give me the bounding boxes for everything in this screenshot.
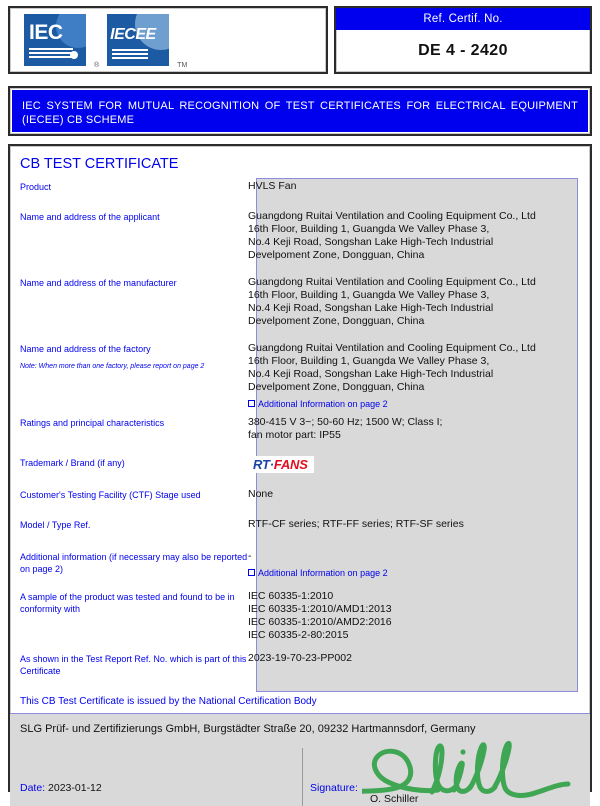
certificate-fields: Product HVLS Fan Name and address of the a… <box>10 178 590 692</box>
page-title: CB TEST CERTIFICATE <box>20 156 179 172</box>
certificate-field-row: As shown in the Test Report Ref. No. whi… <box>10 650 590 690</box>
field-label: Ratings and principal characteristics <box>20 418 165 428</box>
checkbox-label: Additional Information on page 2 <box>258 399 388 409</box>
field-label: Model / Type Ref. <box>20 520 91 530</box>
certificate-field-row: Model / Type Ref. RTF-CF series; RTF-FF s… <box>10 516 590 548</box>
ncb-issued-by-label: This CB Test Certificate is issued by th… <box>10 690 590 714</box>
field-value-line: Develpoment Zone, Dongguan, China <box>248 315 425 327</box>
field-label: A sample of the product was tested and f… <box>20 592 235 614</box>
certificate-header: IEC ® IECEE TM Ref. Certif. No. DE 4 - 2… <box>8 6 592 74</box>
brand-prefix: RT <box>253 457 270 472</box>
field-value-line: 2023-19-70-23-PP002 <box>248 652 352 664</box>
iecee-logo-text: IECEE <box>110 26 156 43</box>
registered-mark: ® <box>94 62 100 69</box>
field-value-line: 16th Floor, Building 1, Guangda We Valle… <box>248 223 490 235</box>
banner-line-2: (IECEE) CB SCHEME <box>22 114 135 126</box>
field-label: Trademark / Brand (if any) <box>20 458 125 468</box>
certificate-field-row: Name and address of the factory Note: Whe… <box>10 340 590 414</box>
additional-info-checkbox-row[interactable]: Additional Information on page 2 <box>248 398 580 411</box>
field-value-line: Develpoment Zone, Dongguan, China <box>248 381 425 393</box>
checkbox-icon[interactable] <box>248 569 255 576</box>
field-value-line: 16th Floor, Building 1, Guangda We Valle… <box>248 289 490 301</box>
field-label: Name and address of the factory Note: Whe… <box>20 340 248 414</box>
iec-logo-bars <box>29 48 73 60</box>
ncb-name: SLG Prüf- und Zertifizierungs GmbH, Burg… <box>20 723 476 735</box>
field-value-line: IEC 60335-1:2010 <box>248 590 334 602</box>
field-value: Guangdong Ruitai Ventilation and Cooling… <box>248 274 580 340</box>
field-value-line: Guangdong Ruitai Ventilation and Cooling… <box>248 342 536 354</box>
field-value-line: No.4 Keji Road, Songshan Lake High-Tech … <box>248 302 494 314</box>
field-value: IEC 60335-1:2010 IEC 60335-1:2010/AMD1:20… <box>248 588 580 650</box>
iecee-logo-bars <box>112 49 149 61</box>
iecee-scheme-banner: IEC SYSTEM FOR MUTUAL RECOGNITION OF TES… <box>8 86 592 136</box>
date-line: Date: 2023-01-12 <box>20 782 102 794</box>
checkbox-label: Additional Information on page 2 <box>258 568 388 578</box>
field-value-line: 16th Floor, Building 1, Guangda We Valle… <box>248 355 490 367</box>
ref-certif-no-value: DE 4 - 2420 <box>418 42 508 59</box>
field-value-line: 380-415 V 3~; 50-60 Hz; 1500 W; Class I; <box>248 416 443 428</box>
iec-logo-dot <box>70 51 78 59</box>
field-value-line: IEC 60335-1:2010/AMD1:2013 <box>248 603 392 615</box>
certificate-field-row: Trademark / Brand (if any) RT·FANS <box>10 454 590 486</box>
certificate-body: CB TEST CERTIFICATE Product HVLS Fan Name … <box>8 144 592 806</box>
certificate-field-row: Product HVLS Fan <box>10 178 590 208</box>
certificate-field-row: Name and address of the manufacturer Guan… <box>10 274 590 340</box>
certificate-field-row: Customer's Testing Facility (CTF) Stage … <box>10 486 590 516</box>
iec-logo-text: IEC <box>29 21 63 44</box>
field-label: Customer's Testing Facility (CTF) Stage … <box>20 490 201 500</box>
field-value: RTF-CF series; RTF-FF series; RTF-SF ser… <box>248 516 580 548</box>
field-value: RT·FANS <box>248 454 580 486</box>
additional-info-checkbox-row[interactable]: Additional Information on page 2 <box>248 567 580 580</box>
certificate-field-row: Ratings and principal characteristics 380… <box>10 414 590 454</box>
date-value: 2023-01-12 <box>48 782 102 794</box>
field-value-line: Guangdong Ruitai Ventilation and Cooling… <box>248 210 536 222</box>
logo-container: IEC ® IECEE TM <box>8 6 328 74</box>
reference-certificate-box: Ref. Certif. No. DE 4 - 2420 <box>334 6 592 74</box>
ncb-details-box: SLG Prüf- und Zertifizierungs GmbH, Burg… <box>10 714 590 806</box>
field-note: Note: When more than one factory, please… <box>20 363 205 370</box>
field-value: Guangdong Ruitai Ventilation and Cooling… <box>248 340 580 414</box>
field-value: - Additional Information on page 2 <box>248 548 580 588</box>
signatory-name: O. Schiller <box>370 793 419 805</box>
date-label: Date: <box>20 782 46 794</box>
field-value-line: None <box>248 488 274 500</box>
iecee-logo-icon: IECEE <box>107 14 170 66</box>
ref-certif-no-label: Ref. Certif. No. <box>336 8 590 30</box>
field-value-line: HVLS Fan <box>248 180 297 192</box>
field-value: 380-415 V 3~; 50-60 Hz; 1500 W; Class I;… <box>248 414 580 454</box>
field-label: Name and address of the manufacturer <box>20 278 177 288</box>
field-value: HVLS Fan <box>248 178 580 208</box>
certificate-field-row: Name and address of the applicant Guangdo… <box>10 208 590 274</box>
rt-fans-brand-logo: RT·FANS <box>248 456 314 473</box>
signature-label: Signature: <box>310 782 358 794</box>
field-value-line: - <box>248 550 252 562</box>
field-value-line: No.4 Keji Road, Songshan Lake High-Tech … <box>248 236 494 248</box>
field-value-line: No.4 Keji Road, Songshan Lake High-Tech … <box>248 368 494 380</box>
signature-divider <box>302 748 303 806</box>
field-value-line: Develpoment Zone, Dongguan, China <box>248 249 425 261</box>
trademark-mark: TM <box>177 62 188 69</box>
banner-line-1: IEC SYSTEM FOR MUTUAL RECOGNITION OF TES… <box>22 100 578 112</box>
field-label: Additional information (if necessary may… <box>20 552 248 574</box>
field-value-line: fan motor part: IP55 <box>248 429 341 441</box>
field-value-line: IEC 60335-1:2010/AMD2:2016 <box>248 616 392 628</box>
field-label: As shown in the Test Report Ref. No. whi… <box>20 654 247 676</box>
certificate-field-row: A sample of the product was tested and f… <box>10 588 590 650</box>
field-value: Guangdong Ruitai Ventilation and Cooling… <box>248 208 580 274</box>
field-label: Product <box>20 182 52 192</box>
certificate-field-row: Additional information (if necessary may… <box>10 548 590 588</box>
brand-suffix: FANS <box>273 457 308 472</box>
iec-logo-icon: IEC <box>24 14 86 66</box>
field-value: 2023-19-70-23-PP002 <box>248 650 580 690</box>
field-value-line: RTF-CF series; RTF-FF series; RTF-SF ser… <box>248 518 464 530</box>
field-value-line: IEC 60335-2-80:2015 <box>248 629 349 641</box>
field-value-line: Guangdong Ruitai Ventilation and Cooling… <box>248 276 536 288</box>
checkbox-icon[interactable] <box>248 400 255 407</box>
field-label: Name and address of the applicant <box>20 212 160 222</box>
field-value: None <box>248 486 580 516</box>
